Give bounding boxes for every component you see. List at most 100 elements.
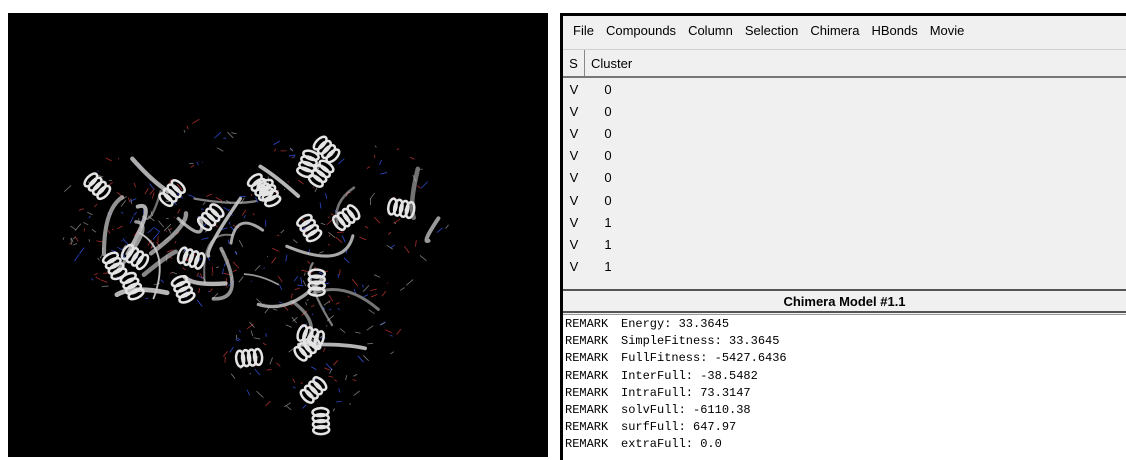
side-chain-stick (286, 405, 292, 411)
side-chain-stick (436, 227, 443, 233)
status-cell: V (569, 170, 579, 186)
side-chain-stick (256, 390, 264, 398)
side-chain-stick (263, 267, 265, 270)
viewdock-panel: File Compounds Column Selection Chimera … (560, 13, 1126, 460)
side-chain-stick (198, 288, 201, 293)
molecule-viewer[interactable] (8, 13, 548, 457)
remark-text: InterFull: -38.5482 (621, 368, 758, 383)
side-chain-stick (335, 236, 343, 244)
side-chain-stick (196, 161, 199, 166)
table-row[interactable]: V0 (563, 189, 1126, 211)
side-chain-stick (355, 331, 361, 334)
remark-line: REMARK Energy: 33.3645 (565, 316, 1126, 333)
side-chain-stick (420, 181, 429, 189)
remark-line: REMARK InterFull: -38.5482 (565, 368, 1126, 385)
remark-line: REMARK FullFitness: -5427.6436 (565, 350, 1126, 367)
side-chain-stick (252, 213, 255, 216)
remark-text: SimpleFitness: 33.3645 (621, 334, 780, 349)
remark-tag: REMARK (565, 385, 609, 400)
remark-tag: REMARK (565, 334, 609, 349)
side-chain-stick (351, 279, 359, 287)
side-chain-stick (227, 239, 230, 244)
side-chain-stick (279, 284, 283, 291)
table-row[interactable]: V0 (563, 145, 1126, 167)
table-row[interactable]: V0 (563, 78, 1126, 100)
side-chain-stick (368, 309, 375, 314)
side-chain-stick (147, 227, 155, 234)
menu-compounds[interactable]: Compounds (600, 23, 682, 38)
side-chain-stick (232, 261, 240, 269)
table-row[interactable]: V1 (563, 256, 1126, 278)
remark-tag: REMARK (565, 368, 609, 383)
table-row[interactable]: V1 (563, 233, 1126, 255)
side-chain-stick (417, 185, 421, 189)
side-chain-stick (362, 284, 364, 288)
side-chain-stick (188, 194, 196, 198)
side-chain-stick (362, 355, 369, 361)
table-row[interactable]: V0 (563, 167, 1126, 189)
status-cell: V (569, 125, 579, 141)
table-row[interactable]: V0 (563, 122, 1126, 144)
side-chain-stick (328, 375, 334, 378)
side-chain-stick (215, 196, 223, 202)
table-header: S Cluster (563, 50, 1126, 78)
remark-line: REMARK extraFull: 0.0 (565, 436, 1126, 453)
remark-text-area[interactable]: REMARK Energy: 33.3645 REMARK SimpleFitnes… (563, 314, 1126, 460)
side-chain-stick (133, 182, 137, 188)
table-row[interactable]: V0 (563, 100, 1126, 122)
side-chain-stick (293, 276, 299, 282)
remark-text: surfFull: 647.97 (621, 420, 737, 435)
remark-text: IntraFull: 73.3147 (621, 385, 751, 400)
table-row[interactable]: V1 (563, 211, 1126, 233)
compound-table: S Cluster V0 V0 V0 V0 V0 V0 V1 V1 V1 (563, 49, 1126, 287)
side-chain-stick (406, 279, 414, 286)
side-chain-stick (74, 223, 82, 231)
side-chain-stick (319, 202, 322, 209)
side-chain-stick (262, 342, 267, 346)
ribbon-strand (130, 156, 171, 194)
remark-line: REMARK solvFull: -6110.38 (565, 402, 1126, 419)
side-chain-stick (396, 148, 400, 151)
column-header-cluster[interactable]: Cluster (585, 56, 632, 71)
side-chain-stick (169, 227, 173, 231)
side-chain-stick (390, 244, 395, 249)
menu-chimera[interactable]: Chimera (804, 23, 865, 38)
side-chain-stick (246, 323, 254, 330)
side-chain-stick (236, 334, 238, 340)
status-cell: V (569, 192, 579, 208)
side-chain-stick (73, 243, 78, 246)
remark-tag: REMARK (565, 317, 609, 331)
side-chain-stick (209, 288, 213, 293)
side-chain-stick (326, 325, 328, 327)
menu-column[interactable]: Column (682, 23, 739, 38)
side-chain-stick (216, 266, 220, 268)
side-chain-stick (349, 403, 351, 405)
ribbon-strand (243, 273, 280, 286)
model-title-bar: Chimera Model #1.1 (563, 289, 1126, 313)
side-chain-stick (318, 251, 324, 254)
side-chain-stick (288, 348, 294, 353)
side-chain-stick (108, 179, 113, 182)
remark-tag: REMARK (565, 351, 609, 366)
side-chain-stick (338, 158, 345, 165)
side-chain-stick (301, 269, 309, 273)
side-chain-stick (302, 404, 307, 409)
menu-movie[interactable]: Movie (924, 23, 971, 38)
menu-file[interactable]: File (567, 23, 600, 38)
side-chain-stick (211, 266, 214, 274)
helix-coil (296, 149, 320, 179)
menu-selection[interactable]: Selection (739, 23, 804, 38)
side-chain-stick (327, 243, 331, 246)
side-chain-stick (292, 386, 296, 389)
side-chain-stick (285, 254, 288, 262)
side-chain-stick (305, 301, 307, 306)
cluster-cell: 0 (604, 125, 612, 141)
side-chain-stick (239, 330, 241, 333)
column-header-s[interactable]: S (563, 50, 585, 76)
side-chain-stick (99, 254, 103, 259)
menu-hbonds[interactable]: HBonds (865, 23, 923, 38)
side-chain-stick (79, 247, 85, 255)
side-chain-stick (165, 200, 170, 203)
side-chain-stick (332, 408, 336, 412)
remark-text: Energy: 33.3645 (621, 317, 730, 331)
